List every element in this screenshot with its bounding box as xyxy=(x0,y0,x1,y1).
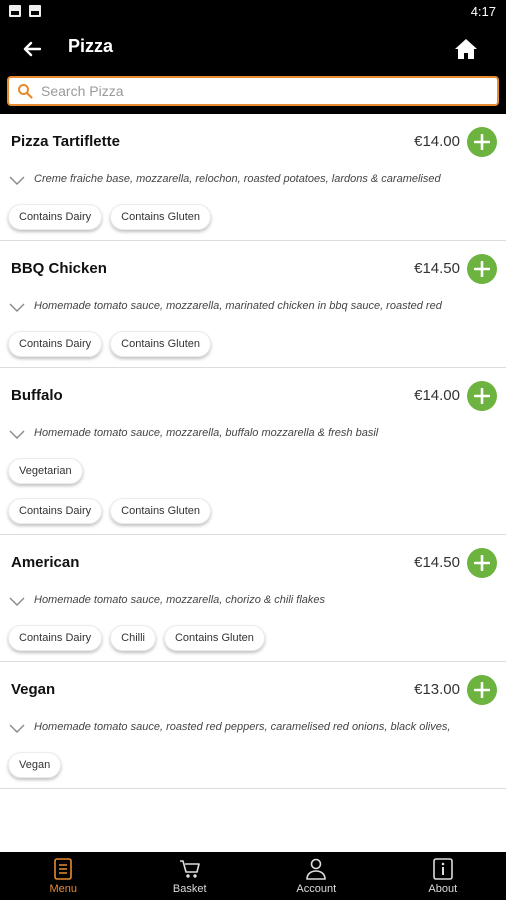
search-input[interactable] xyxy=(41,80,481,102)
menu-item-header: BBQ Chicken €14.50 xyxy=(0,241,506,297)
image-notification-icon xyxy=(9,5,21,17)
menu-item[interactable]: Buffalo €14.00 Homemade tomato sauce, mo… xyxy=(0,368,506,535)
dietary-tags: Contains Dairy Contains Gluten xyxy=(0,200,506,230)
add-to-basket-button[interactable] xyxy=(467,381,497,411)
item-description: Homemade tomato sauce, mozzarella, marin… xyxy=(34,300,442,312)
item-description: Homemade tomato sauce, roasted red peppe… xyxy=(34,721,451,733)
menu-item[interactable]: American €14.50 Homemade tomato sauce, m… xyxy=(0,535,506,662)
about-icon xyxy=(432,858,454,880)
dietary-tag: Contains Dairy xyxy=(8,625,103,651)
search-box[interactable] xyxy=(7,76,499,106)
status-bar: 4:17 xyxy=(0,0,506,24)
download-notification-icon xyxy=(29,5,41,17)
add-to-basket-button[interactable] xyxy=(467,548,497,578)
item-name: Buffalo xyxy=(11,387,63,404)
notification-icons xyxy=(9,5,41,17)
bottom-tab-bar: Menu Basket Account About xyxy=(0,852,506,900)
menu-item-header: Vegan €13.00 xyxy=(0,662,506,718)
app-bar: Pizza xyxy=(0,24,506,74)
menu-icon xyxy=(52,858,74,880)
dietary-tags: Vegan xyxy=(0,748,506,778)
plus-icon xyxy=(474,388,490,404)
tab-label: About xyxy=(428,883,458,895)
menu-item[interactable]: Vegan €13.00 Homemade tomato sauce, roas… xyxy=(0,662,506,789)
plus-icon xyxy=(474,555,490,571)
item-name: BBQ Chicken xyxy=(11,260,107,277)
plus-icon xyxy=(474,134,490,150)
dietary-tag: Contains Gluten xyxy=(110,331,212,357)
item-description: Creme fraiche base, mozzarella, relochon… xyxy=(34,173,441,185)
chevron-down-icon[interactable] xyxy=(9,430,25,440)
item-description-row[interactable]: Homemade tomato sauce, roasted red peppe… xyxy=(0,718,506,748)
tab-account[interactable]: Account xyxy=(253,852,380,900)
item-description: Homemade tomato sauce, mozzarella, chori… xyxy=(34,594,326,606)
arrow-left-icon xyxy=(23,41,41,57)
dietary-tag: Contains Dairy xyxy=(8,204,103,230)
add-to-basket-button[interactable] xyxy=(467,254,497,284)
item-price: €14.00 xyxy=(414,387,460,404)
dietary-tag: Vegetarian xyxy=(8,458,83,484)
add-to-basket-button[interactable] xyxy=(467,675,497,705)
status-time: 4:17 xyxy=(470,4,496,19)
dietary-tag: Contains Gluten xyxy=(110,498,212,524)
basket-icon xyxy=(179,858,201,880)
item-price: €14.50 xyxy=(414,260,460,277)
item-description-row[interactable]: Homemade tomato sauce, mozzarella, buffa… xyxy=(0,424,506,454)
tab-basket[interactable]: Basket xyxy=(127,852,254,900)
dietary-tag: Contains Gluten xyxy=(163,625,265,651)
home-button[interactable] xyxy=(450,33,482,65)
plus-icon xyxy=(474,261,490,277)
dietary-tag: Chilli xyxy=(110,625,156,651)
chevron-down-icon[interactable] xyxy=(9,176,25,186)
item-description-row[interactable]: Homemade tomato sauce, mozzarella, marin… xyxy=(0,297,506,327)
item-price: €14.50 xyxy=(414,554,460,571)
item-name: Vegan xyxy=(11,681,56,698)
chevron-down-icon[interactable] xyxy=(9,303,25,313)
dietary-tag: Contains Dairy xyxy=(8,498,103,524)
account-icon xyxy=(305,858,327,880)
dietary-tag: Contains Gluten xyxy=(110,204,212,230)
dietary-tags: Contains Dairy Contains Gluten xyxy=(0,327,506,357)
page-title: Pizza xyxy=(68,36,114,56)
menu-item[interactable]: BBQ Chicken €14.50 Homemade tomato sauce… xyxy=(0,241,506,368)
search-bar-container xyxy=(0,74,506,114)
chevron-down-icon[interactable] xyxy=(9,724,25,734)
home-icon xyxy=(455,39,477,59)
item-price: €14.00 xyxy=(414,133,460,150)
dietary-tag: Contains Dairy xyxy=(8,331,103,357)
tab-about[interactable]: About xyxy=(380,852,506,900)
tab-label: Basket xyxy=(172,883,207,895)
item-price: €13.00 xyxy=(414,681,460,698)
plus-icon xyxy=(474,682,490,698)
menu-item-list[interactable]: Pizza Tartiflette €14.00 Creme fraiche b… xyxy=(0,114,506,852)
item-description: Homemade tomato sauce, mozzarella, buffa… xyxy=(34,427,379,439)
tab-label: Menu xyxy=(49,883,78,895)
menu-item-header: Pizza Tartiflette €14.00 xyxy=(0,114,506,170)
dietary-tags: Vegetarian xyxy=(0,454,506,484)
dietary-tags: Contains Dairy Contains Gluten xyxy=(0,494,506,524)
dietary-tag: Vegan xyxy=(8,752,62,778)
item-description-row[interactable]: Homemade tomato sauce, mozzarella, chori… xyxy=(0,591,506,621)
menu-item-header: American €14.50 xyxy=(0,535,506,591)
item-name: Pizza Tartiflette xyxy=(11,133,120,150)
back-button[interactable] xyxy=(16,33,48,65)
tab-menu[interactable]: Menu xyxy=(0,852,127,900)
chevron-down-icon[interactable] xyxy=(9,597,25,607)
item-description-row[interactable]: Creme fraiche base, mozzarella, relochon… xyxy=(0,170,506,200)
search-icon xyxy=(18,84,33,99)
add-to-basket-button[interactable] xyxy=(467,127,497,157)
dietary-tags: Contains Dairy Chilli Contains Gluten xyxy=(0,621,506,651)
menu-item[interactable]: Pizza Tartiflette €14.00 Creme fraiche b… xyxy=(0,114,506,241)
menu-item-header: Buffalo €14.00 xyxy=(0,368,506,424)
item-name: American xyxy=(11,554,80,571)
tab-label: Account xyxy=(296,883,337,895)
